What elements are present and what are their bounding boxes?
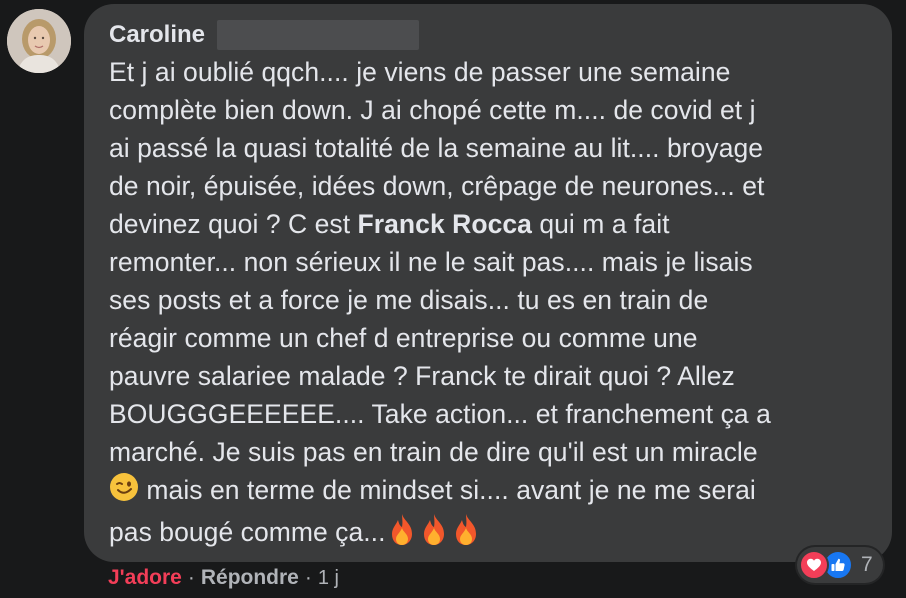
comment-line: pauvre salariee malade ? Franck te dirai… bbox=[109, 361, 735, 391]
fire-icon bbox=[450, 512, 482, 556]
winking-face-icon bbox=[109, 472, 139, 512]
comment-line: pas bougé comme ça... bbox=[109, 512, 872, 556]
comment-text: Et j ai oublié qqch.... je viens de pass… bbox=[109, 53, 872, 556]
avatar[interactable] bbox=[7, 9, 71, 73]
comment-fragment: pas bougé comme ça... bbox=[109, 517, 386, 547]
comment-actions: J'adore · Répondre · 1 j bbox=[108, 566, 339, 590]
comment-line: réagir comme un chef d entreprise ou com… bbox=[109, 323, 698, 353]
comment-line: devinez quoi ? C est Franck Rocca qui m … bbox=[109, 205, 872, 243]
comment-line: de noir, épuisée, idées down, crêpage de… bbox=[109, 171, 765, 201]
love-reaction-button[interactable]: J'adore bbox=[108, 566, 182, 590]
comment-line: mais en terme de mindset si.... avant je… bbox=[109, 471, 872, 512]
reply-button[interactable]: Répondre bbox=[201, 566, 299, 590]
comment-line: BOUGGGEEEEEE.... Take action... et franc… bbox=[109, 399, 771, 429]
comment-line: marché. Je suis pas en train de dire qu'… bbox=[109, 437, 758, 467]
comment-line: remonter... non sérieux il ne le sait pa… bbox=[109, 247, 753, 277]
comment-line: ses posts et a force je me disais... tu … bbox=[109, 285, 709, 315]
comment-author[interactable]: Caroline bbox=[109, 21, 205, 49]
fire-icon bbox=[386, 512, 418, 556]
comment-fragment: mais en terme de mindset si.... avant je… bbox=[139, 475, 756, 505]
comment-bubble: Caroline Et j ai oublié qqch.... je vien… bbox=[84, 4, 892, 562]
fire-icon bbox=[418, 512, 450, 556]
comment-line: Et j ai oublié qqch.... je viens de pass… bbox=[109, 57, 731, 87]
mention-link[interactable]: Franck Rocca bbox=[358, 209, 532, 239]
reactions-summary[interactable]: 7 bbox=[797, 547, 883, 583]
comment-fragment: qui m a fait bbox=[531, 209, 670, 239]
reaction-count: 7 bbox=[861, 553, 873, 576]
comment-line: complète bien down. J ai chopé cette m..… bbox=[109, 95, 756, 125]
separator: · bbox=[187, 566, 195, 589]
love-icon bbox=[799, 550, 829, 580]
comment-timestamp[interactable]: 1 j bbox=[318, 567, 339, 590]
separator: · bbox=[304, 566, 312, 589]
comment-fragment: devinez quoi ? C est bbox=[109, 209, 358, 239]
comment-line: ai passé la quasi totalité de la semaine… bbox=[109, 133, 764, 163]
redacted-surname bbox=[217, 20, 420, 50]
